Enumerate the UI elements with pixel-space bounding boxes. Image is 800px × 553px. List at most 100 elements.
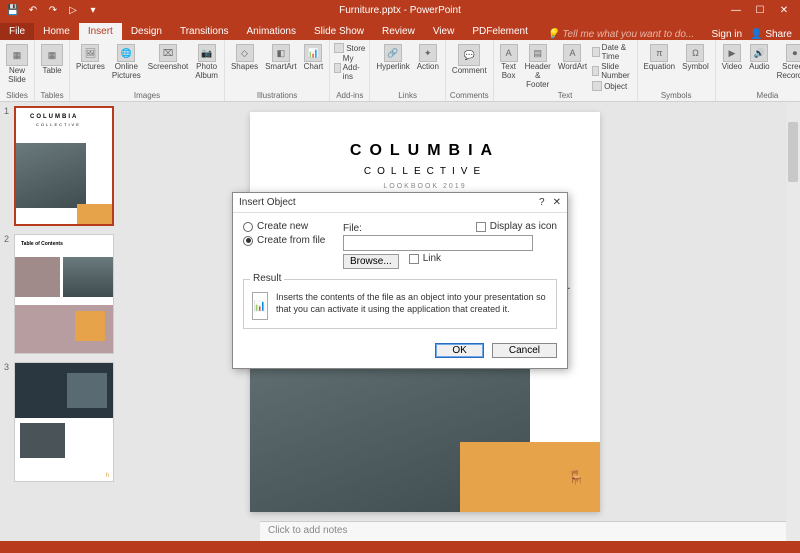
wordart-icon: A	[563, 44, 581, 62]
hyperlink-button[interactable]: 🔗Hyperlink	[374, 43, 411, 73]
save-icon[interactable]: 💾	[6, 3, 20, 17]
display-as-icon-label: Display as icon	[490, 221, 557, 232]
maximize-icon[interactable]: ☐	[750, 5, 770, 16]
undo-icon[interactable]: ↶	[26, 3, 40, 17]
vertical-scrollbar[interactable]	[786, 102, 800, 541]
online-pictures-button[interactable]: 🌐Online Pictures	[110, 43, 143, 82]
redo-icon[interactable]: ↷	[46, 3, 60, 17]
group-label: Comments	[450, 91, 489, 100]
dialog-titlebar[interactable]: Insert Object ? ✕	[233, 193, 567, 213]
link-checkbox[interactable]	[409, 254, 419, 264]
thumb-image	[16, 143, 86, 208]
document-title: Furniture.pptx - PowerPoint	[339, 5, 461, 16]
display-as-icon-checkbox[interactable]	[476, 222, 486, 232]
scrollbar-thumb[interactable]	[788, 122, 798, 182]
thumb-number: 1	[4, 106, 14, 226]
lightbulb-icon: 💡	[547, 29, 559, 40]
dialog-close-icon[interactable]: ✕	[553, 197, 561, 208]
insert-object-dialog: Insert Object ? ✕ Create new Create from…	[232, 192, 568, 369]
start-from-beginning-icon[interactable]: ▷	[66, 3, 80, 17]
link-label: Link	[423, 253, 441, 264]
group-label: Images	[74, 91, 220, 100]
object-button[interactable]: Object	[592, 81, 632, 91]
tab-animations[interactable]: Animations	[238, 23, 305, 40]
result-description: Inserts the contents of the file as an o…	[276, 292, 548, 320]
thumb-accent: h	[106, 473, 109, 479]
photo-album-button[interactable]: 📷Photo Album	[193, 43, 220, 82]
date-time-icon	[592, 47, 600, 57]
result-box: Result 📊 Inserts the contents of the fil…	[243, 279, 557, 329]
tell-me-search[interactable]: 💡Tell me what you want to do...	[547, 29, 694, 40]
pictures-button[interactable]: 🖼Pictures	[74, 43, 107, 73]
smartart-button[interactable]: ◧SmartArt	[263, 43, 299, 73]
screen-recording-button[interactable]: ⏺Screen Recording	[775, 43, 800, 82]
tab-review[interactable]: Review	[373, 23, 424, 40]
share-button[interactable]: 👤 Share	[750, 29, 792, 40]
slide-number-button[interactable]: Slide Number	[592, 62, 632, 80]
symbol-button[interactable]: ΩSymbol	[680, 43, 711, 73]
store-button[interactable]: Store	[334, 43, 365, 53]
screenshot-icon: ⌧	[159, 44, 177, 62]
text-box-button[interactable]: AText Box	[498, 43, 520, 82]
group-symbols: πEquation ΩSymbol Symbols	[638, 40, 716, 101]
minimize-icon[interactable]: —	[726, 5, 746, 16]
result-icon: 📊	[252, 292, 268, 320]
date-time-button[interactable]: Date & Time	[592, 43, 632, 61]
create-new-radio[interactable]	[243, 222, 253, 232]
thumb-text: Table of Contents	[21, 241, 63, 247]
hyperlink-icon: 🔗	[384, 44, 402, 62]
tab-insert[interactable]: Insert	[79, 23, 122, 40]
group-label: Symbols	[642, 91, 711, 100]
table-button[interactable]: ▦Table	[39, 43, 65, 77]
text-box-icon: A	[500, 44, 518, 62]
tab-home[interactable]: Home	[34, 23, 79, 40]
thumb-text: COLLECTIVE	[36, 122, 81, 127]
cancel-button[interactable]: Cancel	[492, 343, 557, 358]
group-label: Text	[498, 91, 633, 100]
qat-more-icon[interactable]: ▾	[86, 3, 100, 17]
ribbon-tabs: File Home Insert Design Transitions Anim…	[0, 20, 800, 40]
close-window-icon[interactable]: ✕	[774, 5, 794, 16]
chart-button[interactable]: 📊Chart	[302, 43, 326, 73]
video-button[interactable]: ▶Video	[720, 43, 744, 73]
create-from-file-radio[interactable]	[243, 236, 253, 246]
tab-view[interactable]: View	[424, 23, 464, 40]
slide-thumbnail-1[interactable]: COLUMBIA COLLECTIVE	[14, 106, 114, 226]
my-addins-button[interactable]: My Add-ins	[334, 54, 365, 81]
quick-access-toolbar: 💾 ↶ ↷ ▷ ▾	[0, 3, 100, 17]
signin-link[interactable]: Sign in	[712, 29, 743, 40]
tab-transitions[interactable]: Transitions	[171, 23, 238, 40]
tab-slideshow[interactable]: Slide Show	[305, 23, 373, 40]
shapes-icon: ◇	[236, 44, 254, 62]
new-slide-button[interactable]: ▦New Slide	[4, 43, 30, 86]
wordart-button[interactable]: AWordArt	[556, 43, 589, 73]
slide-thumbnail-3[interactable]: h	[14, 362, 114, 482]
audio-button[interactable]: 🔊Audio	[747, 43, 771, 73]
group-addins: Store My Add-ins Add-ins	[330, 40, 370, 101]
browse-button[interactable]: Browse...	[343, 254, 399, 269]
slide-caption: LOOKBOOK 2019	[250, 183, 600, 190]
chart-icon: 📊	[304, 44, 322, 62]
chair-icon: 🪑	[568, 469, 585, 486]
tab-pdfelement[interactable]: PDFelement	[463, 23, 537, 40]
comment-button[interactable]: 💬Comment	[450, 43, 489, 77]
slide-thumbnails-panel[interactable]: 1 COLUMBIA COLLECTIVE 2 Table of Content…	[0, 102, 130, 541]
ok-button[interactable]: OK	[435, 343, 483, 358]
status-bar	[0, 541, 800, 553]
file-path-input[interactable]	[343, 235, 533, 251]
group-comments: 💬Comment Comments	[446, 40, 494, 101]
group-text: AText Box ▤Header & Footer AWordArt Date…	[494, 40, 638, 101]
dialog-help-icon[interactable]: ?	[539, 197, 545, 208]
notes-pane[interactable]: Click to add notes	[260, 521, 786, 541]
shapes-button[interactable]: ◇Shapes	[229, 43, 260, 73]
tab-file[interactable]: File	[0, 23, 34, 40]
equation-icon: π	[650, 44, 668, 62]
action-button[interactable]: ✦Action	[415, 43, 441, 73]
equation-button[interactable]: πEquation	[642, 43, 678, 73]
header-footer-button[interactable]: ▤Header & Footer	[523, 43, 553, 90]
slide-thumbnail-2[interactable]: Table of Contents	[14, 234, 114, 354]
tab-design[interactable]: Design	[122, 23, 171, 40]
video-icon: ▶	[723, 44, 741, 62]
screenshot-button[interactable]: ⌧Screenshot	[146, 43, 190, 73]
audio-icon: 🔊	[750, 44, 768, 62]
